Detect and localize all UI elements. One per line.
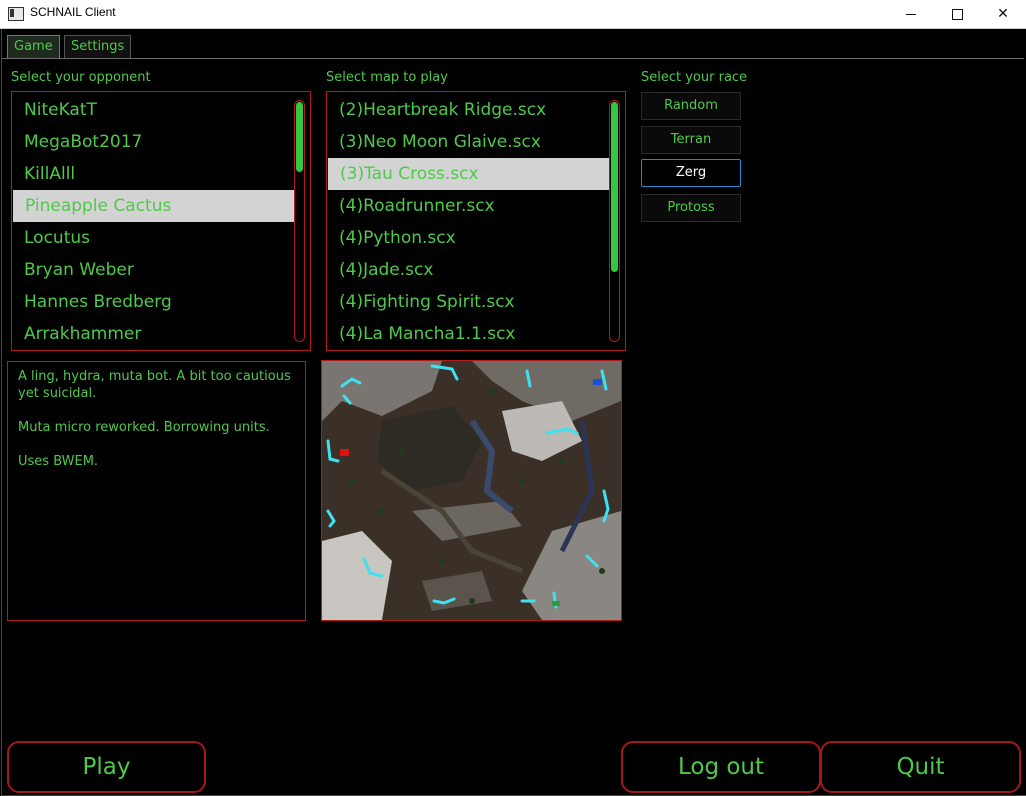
opponent-list-item[interactable]: KillAlll [12, 158, 310, 190]
map-list-item[interactable]: (4)Python.scx [327, 222, 625, 254]
race-label: Select your race [641, 70, 748, 85]
opponent-list-item[interactable]: Hannes Bredberg [12, 286, 310, 318]
bot-description: A ling, hydra, muta bot. A bit too cauti… [7, 361, 306, 621]
close-icon: ✕ [997, 6, 1009, 22]
tab-settings[interactable]: Settings [64, 35, 132, 58]
map-list-item[interactable]: (3)Tau Cross.scx [328, 158, 618, 190]
maximize-button[interactable] [934, 0, 980, 28]
tab-game[interactable]: Game [7, 35, 60, 59]
app-icon [8, 7, 24, 21]
opponent-list-item[interactable]: Arrakhammer [12, 318, 310, 350]
description-paragraph: Muta micro reworked. Borrowing units. [18, 420, 270, 435]
map-list-item[interactable]: (4)Jade.scx [327, 254, 625, 286]
opponent-label: Select your opponent [11, 70, 151, 85]
opponent-list-item[interactable]: NiteKatT [12, 94, 310, 126]
map-list[interactable]: (2)Heartbreak Ridge.scx (3)Neo Moon Glaiv… [326, 91, 626, 351]
race-terran-button[interactable]: Terran [641, 126, 741, 154]
play-button[interactable]: Play [7, 741, 206, 793]
minimize-button[interactable] [888, 0, 934, 28]
minimap-graphic [322, 361, 621, 620]
description-paragraph: Uses BWEM. [18, 454, 99, 469]
opponent-scroll-thumb[interactable] [296, 102, 303, 172]
race-protoss-button[interactable]: Protoss [641, 194, 741, 222]
opponent-list-item[interactable]: Locutus [12, 222, 310, 254]
opponent-list[interactable]: NiteKatT MegaBot2017 KillAlll Pineapple Cac… [11, 91, 311, 351]
close-button[interactable]: ✕ [980, 0, 1026, 28]
window-title: SCHNAIL Client [30, 5, 116, 19]
map-preview-image [321, 360, 622, 621]
tab-divider [2, 58, 1024, 59]
opponent-list-item[interactable]: Pineapple Cactus [13, 190, 303, 222]
minimize-icon [906, 13, 916, 15]
map-scrollbar[interactable] [609, 100, 620, 342]
race-random-button[interactable]: Random [641, 92, 741, 120]
map-list-item[interactable]: (3)Neo Moon Glaive.scx [327, 126, 625, 158]
description-paragraph: A ling, hydra, muta bot. A bit too cauti… [18, 369, 291, 401]
title-bar: SCHNAIL Client ✕ [0, 0, 1026, 29]
map-list-item[interactable]: (4)La Mancha1.1.scx [327, 318, 625, 350]
map-list-item[interactable]: (4)Fighting Spirit.scx [327, 286, 625, 318]
map-list-item[interactable]: (2)Heartbreak Ridge.scx [327, 94, 625, 126]
opponent-list-item[interactable]: MegaBot2017 [12, 126, 310, 158]
map-scroll-thumb[interactable] [611, 102, 618, 272]
map-list-item[interactable]: (4)Roadrunner.scx [327, 190, 625, 222]
logout-button[interactable]: Log out [621, 741, 821, 793]
opponent-list-item[interactable]: Bryan Weber [12, 254, 310, 286]
race-zerg-button[interactable]: Zerg [641, 159, 741, 187]
opponent-scrollbar[interactable] [294, 100, 305, 342]
map-label: Select map to play [326, 70, 448, 85]
maximize-icon [951, 8, 963, 20]
quit-button[interactable]: Quit [820, 741, 1021, 793]
